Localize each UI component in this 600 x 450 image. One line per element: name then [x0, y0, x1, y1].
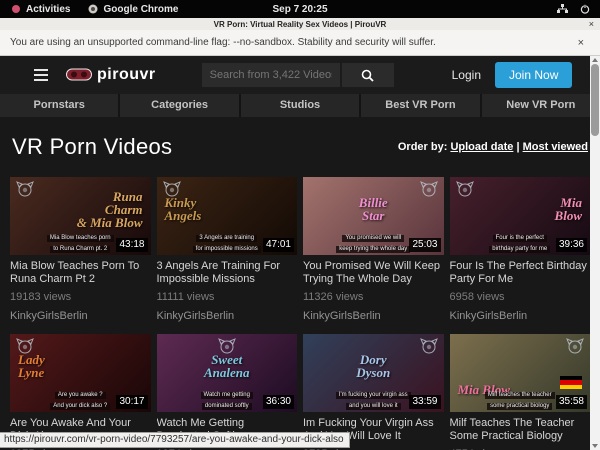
video-title[interactable]: Milf Teaches The Teacher Some Practical … [450, 417, 591, 443]
view-count: 11326 views [303, 291, 444, 303]
video-thumbnail[interactable]: Mia Blow Four is the perfect birthday pa… [450, 177, 591, 255]
page-title: VR Porn Videos [12, 134, 172, 160]
view-count: 19183 views [10, 291, 151, 303]
video-thumbnail[interactable]: Sweet Analena Watch me getting dominated… [157, 334, 298, 412]
web-page: pirouvr Login Join Now Pornstars Categor… [0, 56, 600, 450]
warning-message: You are using an unsupported command-lin… [10, 37, 436, 48]
main-nav: Pornstars Categories Studios Best VR Por… [0, 94, 600, 117]
video-card[interactable]: Runa Charm & Mia Blow Mia Blow teaches p… [10, 177, 151, 322]
video-grid: Runa Charm & Mia Blow Mia Blow teaches p… [0, 165, 600, 450]
view-count: 11111 views [157, 291, 298, 303]
order-by-label: Order by: [398, 141, 448, 153]
system-bar: Activities Google Chrome Sep 7 20:25 [0, 0, 600, 18]
duration-badge: 25:03 [409, 238, 440, 252]
caption-line-1: You promised we will [342, 235, 404, 242]
caption-line-1: I'm fucking your virgin ass [336, 392, 411, 399]
duration-badge: 33:59 [409, 395, 440, 409]
scrollbar[interactable] [590, 56, 600, 450]
caption-line-1: Are you awake ? [55, 392, 106, 399]
video-thumbnail[interactable]: Runa Charm & Mia Blow Mia Blow teaches p… [10, 177, 151, 255]
page-header: VR Porn Videos Order by: Upload date | M… [0, 117, 600, 165]
nav-item-categories[interactable]: Categories [120, 94, 238, 117]
caption-line-2: dominated softly [202, 403, 252, 410]
scrollbar-thumb[interactable] [591, 64, 599, 136]
screen: Activities Google Chrome Sep 7 20:25 VR … [0, 0, 600, 450]
caption-line-2: keep trying the whole day [336, 246, 410, 253]
search-button[interactable] [342, 63, 394, 87]
order-by-separator: | [516, 141, 519, 153]
scroll-down-icon[interactable] [592, 444, 598, 448]
power-icon[interactable] [580, 4, 590, 14]
video-title[interactable]: Four Is The Perfect Birthday Party For M… [450, 260, 591, 286]
duration-badge: 39:36 [556, 238, 587, 252]
warning-bar: You are using an unsupported command-lin… [0, 30, 600, 56]
duration-badge: 30:17 [116, 395, 147, 409]
warning-close-icon[interactable]: × [578, 37, 590, 49]
video-thumbnail[interactable]: Mia Blow Milf teaches the teacher some p… [450, 334, 591, 412]
video-thumbnail[interactable]: Dory Dyson I'm fucking your virgin ass a… [303, 334, 444, 412]
login-link[interactable]: Login [452, 68, 481, 82]
caption-line-2: birthday party for me [489, 246, 550, 253]
duration-badge: 43:18 [116, 238, 147, 252]
video-card[interactable]: Mia Blow Four is the perfect birthday pa… [450, 177, 591, 322]
search-bar [202, 63, 394, 87]
video-card[interactable]: Billie Star You promised we will keep tr… [303, 177, 444, 322]
site-header: pirouvr Login Join Now [0, 56, 600, 94]
video-thumbnail[interactable]: Kinky Angels 3 Angels are training for i… [157, 177, 298, 255]
studio-link[interactable]: KinkyGirlsBerlin [10, 310, 151, 322]
caption-line-1: Mia Blow teaches porn [47, 235, 114, 242]
caption-line-1: Milf teaches the teacher [485, 392, 555, 399]
nav-item-new-vr-porn[interactable]: New VR Porn [482, 94, 600, 117]
search-input[interactable] [202, 63, 340, 87]
video-title[interactable]: You Promised We Will Keep Trying The Who… [303, 260, 444, 286]
studio-link[interactable]: KinkyGirlsBerlin [303, 310, 444, 322]
nav-item-pornstars[interactable]: Pornstars [0, 94, 118, 117]
browser-tab-bar: VR Porn: Virtual Reality Sex Videos | Pi… [0, 18, 600, 30]
nav-item-studios[interactable]: Studios [241, 94, 359, 117]
video-thumbnail[interactable]: Lady Lyne Are you awake ? And your dick … [10, 334, 151, 412]
thumbnail-overlay-title: Mia Blow [450, 334, 591, 396]
video-card[interactable]: Mia Blow Milf teaches the teacher some p… [450, 334, 591, 450]
video-thumbnail[interactable]: Billie Star You promised we will keep tr… [303, 177, 444, 255]
view-count: 6958 views [450, 291, 591, 303]
video-card[interactable]: Kinky Angels 3 Angels are training for i… [157, 177, 298, 322]
duration-badge: 36:30 [263, 395, 294, 409]
hamburger-menu-icon[interactable] [34, 69, 48, 81]
nav-item-best-vr-porn[interactable]: Best VR Porn [361, 94, 479, 117]
caption-line-2: And your dick also ? [50, 403, 110, 410]
search-icon [361, 69, 374, 82]
network-icon[interactable] [557, 4, 568, 14]
status-bar-url: https://pirouvr.com/vr-porn-video/779325… [0, 432, 350, 448]
activities-button[interactable]: Activities [26, 4, 70, 15]
duration-badge: 47:01 [263, 238, 294, 252]
studio-link[interactable]: KinkyGirlsBerlin [157, 310, 298, 322]
vr-goggles-icon [66, 68, 92, 82]
tab-title: VR Porn: Virtual Reality Sex Videos | Pi… [214, 20, 387, 29]
caption-line-1: 3 Angels are training [196, 235, 257, 242]
site-logo-text: pirouvr [97, 66, 156, 84]
join-now-button[interactable]: Join Now [495, 62, 572, 88]
studio-link[interactable]: KinkyGirlsBerlin [450, 310, 591, 322]
caption-line-1: Four is the perfect [493, 235, 547, 242]
scroll-up-icon[interactable] [592, 58, 598, 62]
caption-line-2: and you will love it [346, 403, 401, 410]
caption-line-2: for impossible missions [193, 246, 261, 253]
site-logo[interactable]: pirouvr [66, 66, 156, 84]
video-title[interactable]: Mia Blow Teaches Porn To Runa Charm Pt 2 [10, 260, 151, 286]
chrome-icon [88, 4, 98, 14]
duration-badge: 35:58 [556, 395, 587, 409]
order-by-controls: Order by: Upload date | Most viewed [398, 141, 588, 153]
caption-line-2: to Runa Charm pt. 2 [50, 246, 110, 253]
tab-close-icon[interactable]: × [589, 19, 594, 29]
caption-line-1: Watch me getting [201, 392, 253, 399]
video-title[interactable]: 3 Angels Are Training For Impossible Mis… [157, 260, 298, 286]
caption-line-2: some practical biology [487, 403, 552, 410]
order-by-upload-date-link[interactable]: Upload date [450, 141, 513, 153]
record-indicator-icon [12, 5, 20, 13]
chrome-menu-button[interactable]: Google Chrome [103, 4, 178, 15]
order-by-most-viewed-link[interactable]: Most viewed [523, 141, 588, 153]
